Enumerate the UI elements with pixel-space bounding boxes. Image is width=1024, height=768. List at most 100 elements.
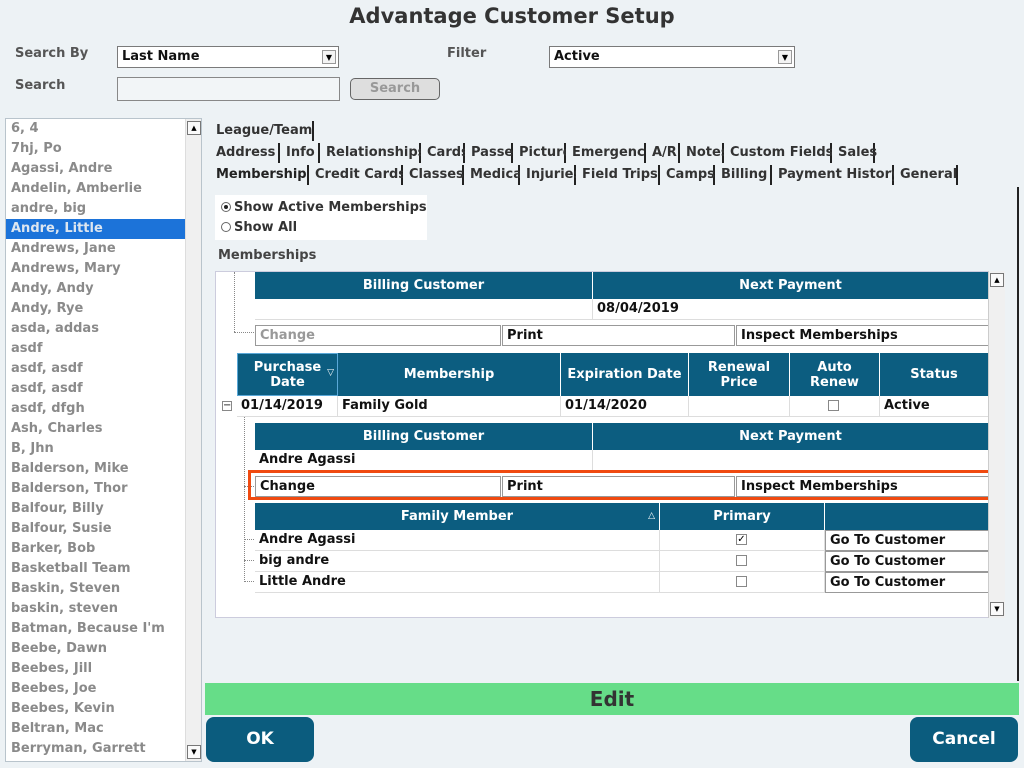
customer-list-item[interactable]: Beebes, Joe <box>6 679 186 699</box>
collapse-icon[interactable]: − <box>222 401 232 411</box>
go-to-customer-button[interactable]: Go To Customer <box>825 572 989 593</box>
tab-notes[interactable]: Notes <box>680 143 729 163</box>
auto-renew-checkbox[interactable] <box>828 400 839 411</box>
tab-payment-history[interactable]: Payment History <box>772 165 900 185</box>
tab-billing[interactable]: Billing <box>715 165 772 185</box>
customer-list-item[interactable]: andre, big <box>6 199 186 219</box>
tab-relationships[interactable]: Relationships <box>320 143 425 163</box>
customer-list-item[interactable]: Balfour, Billy <box>6 499 186 519</box>
customer-list-item[interactable]: Baskin, Steven <box>6 579 186 599</box>
tab-league-team[interactable]: League/Team <box>210 121 314 141</box>
filter-select[interactable]: Active ▼ <box>549 46 795 68</box>
customer-list-item[interactable]: Beebe, Dawn <box>6 639 186 659</box>
customer-list-item[interactable]: Andrews, Mary <box>6 259 186 279</box>
tab-sales[interactable]: Sales <box>832 143 877 163</box>
search-by-select[interactable]: Last Name ▼ <box>117 46 339 68</box>
customer-list-item[interactable]: asdf, asdf <box>6 359 186 379</box>
search-button[interactable]: Search <box>350 78 440 100</box>
customer-list-item[interactable]: Beltran, Mac <box>6 719 186 739</box>
customer-list-item[interactable]: Balfour, Susie <box>6 519 186 539</box>
change-button[interactable]: Change <box>255 325 501 346</box>
tab-credit-cards[interactable]: Credit Cards <box>309 165 406 185</box>
radio-empty-icon <box>221 222 231 232</box>
customer-list-item[interactable]: Batman, Because I'm <box>6 619 186 639</box>
search-input[interactable] <box>117 77 340 101</box>
customer-list-item[interactable]: Basketball Team <box>6 559 186 579</box>
tab-injuries[interactable]: Injuries <box>520 165 581 185</box>
customer-list-item[interactable]: Andrews, Jane <box>6 239 186 259</box>
go-to-customer-button[interactable]: Go To Customer <box>825 530 989 551</box>
customer-list-item[interactable]: Andy, Rye <box>6 299 186 319</box>
customer-list-item[interactable]: 6, 4 <box>6 119 186 139</box>
customer-list-item[interactable]: asdf, asdf <box>6 379 186 399</box>
chevron-down-icon[interactable]: ▼ <box>322 50 336 64</box>
scroll-up-icon[interactable]: ▲ <box>990 273 1004 287</box>
expiration-date-cell: 01/14/2020 <box>561 396 689 417</box>
scroll-down-icon[interactable]: ▼ <box>990 602 1004 616</box>
membership-filter-group: Show Active Memberships Show All <box>215 195 427 240</box>
billing-customer-header: Billing Customer <box>255 272 593 299</box>
chevron-down-icon[interactable]: ▼ <box>778 50 792 64</box>
checkbox-checked-icon[interactable]: ✓ <box>736 534 747 545</box>
customer-list-item[interactable]: Beebes, Kevin <box>6 699 186 719</box>
customer-list-item[interactable]: Andre, Little <box>6 219 186 239</box>
edit-bar[interactable]: Edit <box>205 683 1019 715</box>
search-by-label: Search By <box>15 46 89 61</box>
customer-list-item[interactable]: 7hj, Po <box>6 139 186 159</box>
memberships-grid[interactable]: Billing Customer Next Payment 08/04/2019… <box>215 271 1005 618</box>
customer-list-item[interactable]: asdf <box>6 339 186 359</box>
tab-camps[interactable]: Camps <box>660 165 715 185</box>
customer-list-item[interactable]: B, Jhn <box>6 439 186 459</box>
tab-passes[interactable]: Passes <box>465 143 521 163</box>
next-payment-value <box>593 450 989 471</box>
membership-header: Membership <box>338 353 561 396</box>
customer-list-item[interactable]: asdf, dfgh <box>6 399 186 419</box>
go-to-customer-button[interactable]: Go To Customer <box>825 551 989 572</box>
tab-general[interactable]: General <box>894 165 958 185</box>
tab-medical[interactable]: Medical <box>464 165 526 185</box>
family-member-name: big andre <box>255 551 660 572</box>
tab-emergency[interactable]: Emergency <box>566 143 653 163</box>
customer-list-item[interactable]: Ash, Charles <box>6 419 186 439</box>
inspect-memberships-button[interactable]: Inspect Memberships <box>736 325 989 346</box>
customer-list-item[interactable]: baskin, steven <box>6 599 186 619</box>
customer-list-item[interactable]: Berryman, Garrett <box>6 739 186 759</box>
tab-custom-fields[interactable]: Custom Fields <box>724 143 833 163</box>
purchase-date-cell: 01/14/2019 <box>237 396 338 417</box>
customer-list-item[interactable]: Barker, Bob <box>6 539 186 559</box>
grid-scrollbar[interactable]: ▲ ▼ <box>988 271 1005 618</box>
tab-field-trips[interactable]: Field Trips <box>576 165 660 185</box>
purchase-date-header[interactable]: Purchase Date ▽ <box>237 353 338 396</box>
scroll-up-icon[interactable]: ▲ <box>187 121 201 135</box>
customer-list[interactable]: 6, 4 7hj, Po Agassi, Andre Andelin, Amberli… <box>5 118 202 762</box>
customer-list-item[interactable]: Agassi, Andre <box>6 159 186 179</box>
tab-cards[interactable]: Cards <box>421 143 469 163</box>
customer-list-item[interactable]: Andy, Andy <box>6 279 186 299</box>
show-active-radio[interactable]: Show Active Memberships <box>221 200 427 215</box>
print-button[interactable]: Print <box>502 325 735 346</box>
filter-value: Active <box>554 49 600 64</box>
customer-list-item[interactable]: Balderson, Thor <box>6 479 186 499</box>
cancel-button[interactable]: Cancel <box>910 717 1018 762</box>
billing-customer-value <box>255 299 593 320</box>
tab-classes[interactable]: Classes <box>403 165 464 185</box>
customer-list-item[interactable]: asda, addas <box>6 319 186 339</box>
primary-header: Primary <box>660 503 825 530</box>
customer-list-item[interactable]: Andelin, Amberlie <box>6 179 186 199</box>
tab-address[interactable]: Address <box>210 143 280 163</box>
tab-info[interactable]: Info <box>280 143 320 163</box>
family-member-header[interactable]: Family Member △ <box>255 503 660 530</box>
membership-cell: Family Gold <box>338 396 561 417</box>
tab-memberships[interactable]: Memberships <box>210 165 314 185</box>
checkbox-empty-icon[interactable] <box>736 555 747 566</box>
customer-list-item[interactable]: Balderson, Mike <box>6 459 186 479</box>
show-all-radio[interactable]: Show All <box>221 220 297 235</box>
scroll-down-icon[interactable]: ▼ <box>187 745 201 759</box>
list-scrollbar[interactable]: ▲ ▼ <box>185 119 201 761</box>
tab-a-r[interactable]: A/R <box>646 143 680 163</box>
customer-list-item[interactable]: Beebes, Jill <box>6 659 186 679</box>
checkbox-empty-icon[interactable] <box>736 576 747 587</box>
tab-picture[interactable]: Picture <box>513 143 571 163</box>
ok-button[interactable]: OK <box>206 717 314 762</box>
family-member-name: Andre Agassi <box>255 530 660 551</box>
